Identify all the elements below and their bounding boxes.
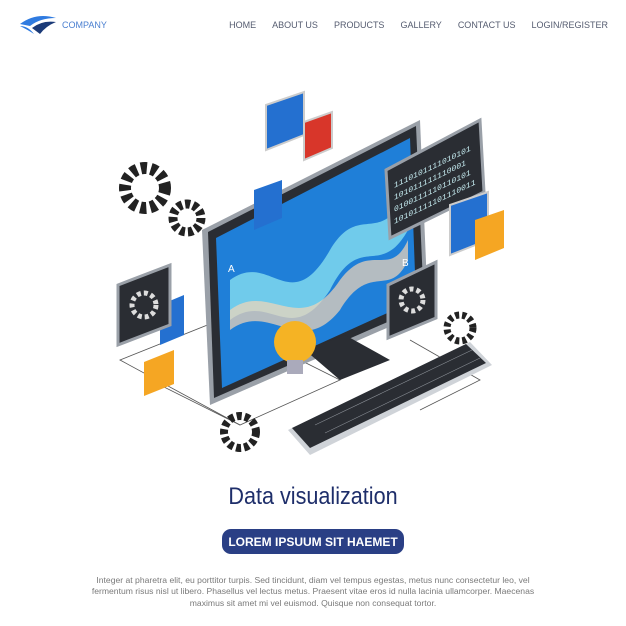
axis-label-a: A: [228, 264, 235, 275]
data-visualization-illustration: A B 1110101111010101 101011111110001 010…: [116, 90, 504, 455]
description-text: Integer at pharetra elit, eu porttitor t…: [91, 574, 535, 608]
nav-contact-us[interactable]: CONTACT US: [458, 20, 516, 30]
nav-home[interactable]: HOME: [229, 20, 256, 30]
page-title: Data visualization: [228, 483, 398, 510]
header: COMPANY HOME ABOUT US PRODUCTS GALLERY C…: [0, 0, 626, 52]
main-nav: HOME ABOUT US PRODUCTS GALLERY CONTACT U…: [229, 20, 608, 30]
gear-icon: [220, 412, 260, 452]
axis-label-b: B: [402, 258, 409, 269]
gear-icon: [443, 311, 477, 345]
nav-products[interactable]: PRODUCTS: [334, 20, 385, 30]
orange-tile: [144, 350, 174, 396]
nav-about-us[interactable]: ABOUT US: [272, 20, 318, 30]
logo-icon: [20, 16, 56, 34]
cta-button[interactable]: LOREM IPSUUM SIT HAEMET: [222, 529, 404, 554]
gear-icon: [119, 162, 171, 214]
logo-text: COMPANY: [62, 20, 107, 30]
nav-login-register[interactable]: LOGIN/REGISTER: [531, 20, 608, 30]
logo[interactable]: COMPANY: [18, 14, 107, 36]
red-tile: [303, 110, 333, 162]
nav-gallery[interactable]: GALLERY: [400, 20, 441, 30]
blue-tile: [265, 90, 305, 152]
gear-icon: [168, 199, 206, 237]
monitor: A B: [202, 120, 428, 405]
